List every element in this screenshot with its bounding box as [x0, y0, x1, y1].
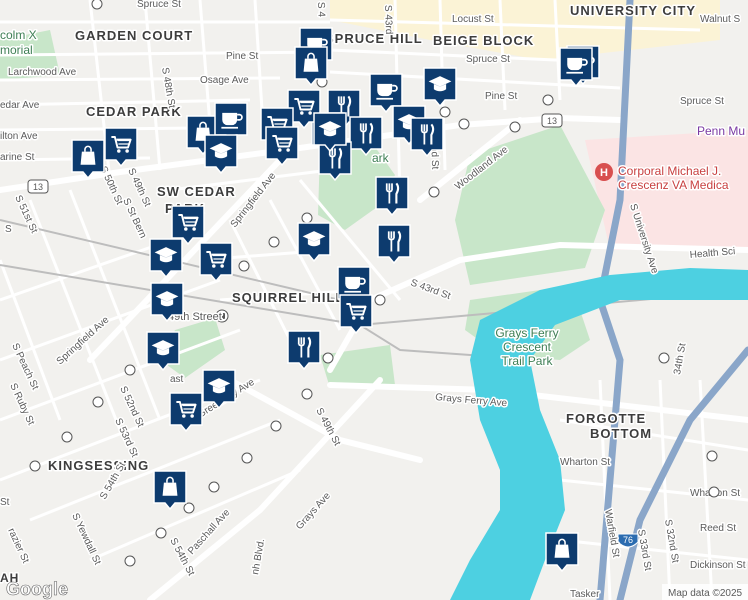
- map-canvas[interactable]: 13 13 76 H GARDEN COURT SPRUCE HILL BEIG…: [0, 0, 748, 600]
- poi-marker-coffee[interactable]: [559, 47, 593, 88]
- poi-marker-shopping-cart[interactable]: [265, 126, 299, 167]
- street-wharton-east: Wharton St: [560, 457, 610, 468]
- label-penn: Penn Mu: [697, 124, 745, 138]
- street-s4-north: S 4: [315, 2, 327, 18]
- label-grays-ferry-park-1: Grays Ferry: [495, 326, 558, 340]
- label-university-city: UNIVERSITY CITY: [570, 3, 696, 18]
- poi-marker-graduation-cap[interactable]: [423, 67, 457, 108]
- poi-marker-restaurant[interactable]: [410, 117, 444, 158]
- poi-marker-shopping-cart[interactable]: [104, 127, 138, 168]
- street-osage: Osage Ave: [200, 75, 249, 86]
- label-forgotten: FORGOTTE: [566, 411, 646, 426]
- street-locust: Locust St: [452, 14, 494, 25]
- poi-marker-graduation-cap[interactable]: [150, 282, 184, 323]
- street-catharine: arine St: [0, 152, 35, 163]
- street-spruce-mid: Spruce St: [466, 54, 510, 65]
- route-76-label: 76: [623, 535, 633, 545]
- label-kingsessing: KINGSESSING: [48, 458, 149, 473]
- route-shield-13-west: 13: [27, 179, 49, 194]
- google-logo: Google: [6, 579, 68, 599]
- label-beige-block: BEIGE BLOCK: [433, 33, 534, 48]
- hospital-icon[interactable]: H: [595, 163, 613, 181]
- street-frag-s: S: [5, 224, 12, 235]
- street-spruce-top: Spruce St: [137, 0, 181, 10]
- poi-marker-shopping-cart[interactable]: [339, 294, 373, 335]
- street-walnut: Walnut S: [700, 14, 741, 25]
- route-13-label: 13: [547, 116, 557, 126]
- poi-marker-graduation-cap[interactable]: [149, 238, 183, 279]
- map-attribution[interactable]: Map data ©2025: [668, 588, 743, 599]
- street-frag-st: St: [0, 497, 10, 508]
- street-pine-west: Pine St: [226, 51, 258, 62]
- poi-marker-restaurant[interactable]: [349, 116, 383, 157]
- street-s43rd-north: S 43rd: [382, 5, 394, 35]
- street-cedar: edar Ave: [0, 100, 40, 111]
- label-ark: ark: [372, 151, 390, 165]
- poi-marker-restaurant[interactable]: [318, 141, 352, 182]
- poi-marker-graduation-cap[interactable]: [204, 134, 238, 175]
- label-bottom: BOTTOM: [590, 426, 652, 441]
- poi-marker-shopping-bag[interactable]: [294, 46, 328, 87]
- route-shield-76: 76: [617, 533, 639, 548]
- poi-marker-restaurant[interactable]: [375, 176, 409, 217]
- street-tasker: Tasker: [570, 589, 600, 600]
- label-garden-court: GARDEN COURT: [75, 28, 193, 43]
- poi-marker-graduation-cap[interactable]: [146, 331, 180, 372]
- poi-marker-restaurant[interactable]: [377, 224, 411, 265]
- street-reed: Reed St: [700, 523, 736, 534]
- label-hospital-1: Corporal Michael J.: [618, 164, 721, 178]
- poi-marker-shopping-bag[interactable]: [153, 470, 187, 511]
- street-spruce-east: Spruce St: [680, 96, 724, 107]
- label-malcolm-x-2: morial: [0, 43, 33, 57]
- label-malcolm-x-1: colm X: [0, 28, 37, 42]
- label-grays-ferry-park-2: Crescent: [503, 340, 552, 354]
- street-frag-ast: ast: [170, 374, 184, 385]
- street-baltimore: ilton Ave: [0, 131, 38, 142]
- street-dickinson: Dickinson St: [690, 560, 746, 571]
- poi-marker-shopping-cart[interactable]: [169, 392, 203, 433]
- poi-marker-shopping-bag[interactable]: [71, 139, 105, 180]
- poi-marker-graduation-cap[interactable]: [202, 369, 236, 410]
- route-shield-13-east: 13: [541, 113, 563, 128]
- label-sw-cedar: SW CEDAR: [157, 184, 236, 199]
- route-13-label: 13: [33, 182, 43, 192]
- label-spruce-hill: SPRUCE HILL: [325, 31, 423, 46]
- poi-marker-shopping-bag[interactable]: [545, 532, 579, 573]
- poi-marker-restaurant[interactable]: [287, 330, 321, 371]
- poi-marker-graduation-cap[interactable]: [313, 112, 347, 153]
- label-hospital-2: Crescenz VA Medica: [618, 178, 729, 192]
- svg-text:H: H: [600, 167, 608, 179]
- street-larchwood: Larchwood Ave: [8, 67, 77, 78]
- poi-marker-shopping-cart[interactable]: [199, 242, 233, 283]
- poi-marker-graduation-cap[interactable]: [297, 222, 331, 263]
- street-pine-east: Pine St: [485, 91, 517, 102]
- label-squirrel-hill: SQUIRREL HILL: [232, 290, 344, 305]
- label-grays-ferry-park-3: Trail Park: [502, 354, 554, 368]
